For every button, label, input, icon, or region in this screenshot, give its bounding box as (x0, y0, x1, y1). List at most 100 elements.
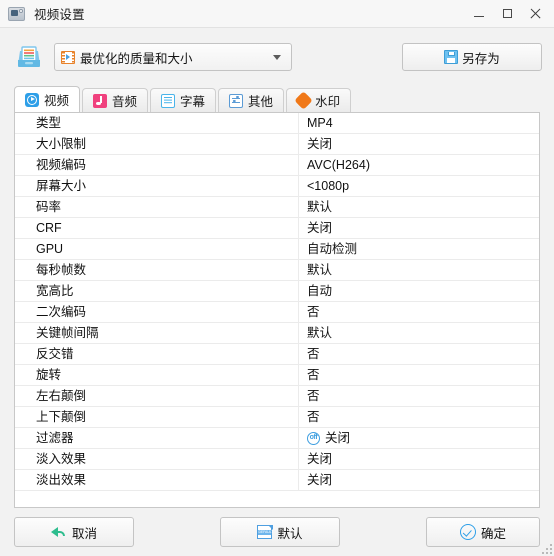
setting-value-wrap: 默认 (307, 260, 539, 280)
minimize-button[interactable] (466, 2, 492, 26)
setting-value-cell[interactable]: 关闭 (298, 469, 539, 491)
setting-value-wrap: 否 (307, 344, 539, 364)
table-row[interactable]: CRF 关闭 (15, 217, 539, 239)
setting-value-wrap: MP4 (307, 113, 539, 133)
setting-value: MP4 (307, 116, 333, 130)
setting-value-cell[interactable]: <1080p (298, 175, 539, 197)
watermark-badge-icon (297, 94, 311, 107)
tab-subtitle[interactable]: 字幕 (150, 88, 217, 112)
maximize-button[interactable] (494, 2, 520, 26)
setting-value-cell[interactable]: 关闭 (298, 217, 539, 239)
table-row[interactable]: 左右颠倒否 (15, 385, 539, 407)
default-button[interactable]: DEFAULT 默认 (220, 517, 340, 547)
setting-value: 否 (307, 305, 320, 319)
table-row[interactable]: 淡出效果 关闭 (15, 469, 539, 491)
setting-value: 否 (307, 410, 320, 424)
close-button[interactable] (522, 2, 548, 26)
table-row[interactable]: 每秒帧数 默认 (15, 259, 539, 281)
tab-video-label: 视频 (44, 94, 70, 108)
tab-watermark-label: 水印 (315, 95, 341, 109)
tab-audio[interactable]: 音频 (82, 88, 149, 112)
setting-value: 默认 (307, 200, 333, 214)
tab-other[interactable]: 其他 (218, 88, 285, 112)
tab-watermark[interactable]: 水印 (286, 88, 352, 112)
sliders-icon (229, 93, 244, 108)
setting-value: 自动 (307, 284, 333, 298)
cancel-button[interactable]: 取消 (14, 517, 134, 547)
table-row[interactable]: 淡入效果 关闭 (15, 448, 539, 470)
setting-value-cell[interactable]: 默认 (298, 322, 539, 344)
table-row[interactable]: 宽高比 自动 (15, 280, 539, 302)
setting-label: 反交错 (15, 343, 299, 365)
setting-value: 否 (307, 389, 320, 403)
save-as-button[interactable]: 另存为 (402, 43, 542, 71)
setting-label: 二次编码 (15, 301, 299, 323)
check-circle-icon (459, 524, 476, 540)
setting-value: 关闭 (307, 221, 333, 235)
setting-label: 上下颠倒 (15, 406, 299, 428)
title-bar: 视频设置 (0, 0, 554, 28)
setting-value-wrap: off 关闭 (307, 428, 539, 448)
setting-value-cell[interactable]: 关闭 (298, 448, 539, 470)
default-document-icon-text: DEFAULT (258, 530, 274, 535)
table-row[interactable]: 类型 MP4 (15, 113, 539, 134)
cancel-button-label: 取消 (71, 526, 97, 541)
setting-value-cell[interactable]: 否 (298, 343, 539, 365)
table-row[interactable]: 反交错否 (15, 343, 539, 365)
off-badge-icon: off (307, 431, 320, 445)
chevron-down-icon (273, 54, 281, 60)
table-row[interactable]: 大小限制 关闭 (15, 133, 539, 155)
setting-value-cell[interactable]: off 关闭 (298, 427, 539, 449)
floppy-disk-icon (444, 50, 459, 64)
ok-button[interactable]: 确定 (426, 517, 540, 547)
setting-value-cell[interactable]: 默认 (298, 196, 539, 218)
default-button-label: 默认 (277, 526, 303, 541)
setting-value-cell[interactable]: 否 (298, 406, 539, 428)
setting-value: 默认 (307, 263, 333, 277)
table-row[interactable]: 上下颠倒否 (15, 406, 539, 428)
setting-label: 宽高比 (15, 280, 299, 302)
resize-grip[interactable] (542, 544, 552, 554)
setting-label: 视频编码 (15, 154, 299, 176)
table-row[interactable]: 关键帧间隔 默认 (15, 322, 539, 344)
table-row[interactable]: GPU 自动检测 (15, 238, 539, 260)
setting-value: 关闭 (325, 431, 351, 445)
setting-value-cell[interactable]: 否 (298, 301, 539, 323)
setting-value-wrap: 关闭 (307, 218, 539, 238)
music-note-icon (93, 93, 108, 108)
setting-label: 屏幕大小 (15, 175, 299, 197)
setting-value-wrap: 否 (307, 386, 539, 406)
tab-other-label: 其他 (248, 95, 274, 109)
setting-value-wrap: 否 (307, 302, 539, 322)
setting-value-cell[interactable]: 否 (298, 364, 539, 386)
setting-value-cell[interactable]: MP4 (298, 113, 539, 134)
preset-dropdown[interactable]: 最优化的质量和大小 (54, 43, 292, 71)
subtitle-lines-icon (161, 93, 176, 108)
tab-video[interactable]: 视频 (14, 86, 81, 112)
tab-bar: 视频 音频 字幕 其他 水印 (0, 86, 554, 112)
setting-label: 大小限制 (15, 133, 299, 155)
setting-value-cell[interactable]: 默认 (298, 259, 539, 281)
table-row[interactable]: 过滤器 off 关闭 (15, 427, 539, 449)
table-row[interactable]: 码率 默认 (15, 196, 539, 218)
setting-value-wrap: 默认 (307, 197, 539, 217)
table-row[interactable]: 二次编码否 (15, 301, 539, 323)
window-title: 视频设置 (34, 8, 85, 22)
setting-value-cell[interactable]: 自动检测 (298, 238, 539, 260)
tab-subtitle-label: 字幕 (180, 95, 206, 109)
setting-label: 关键帧间隔 (15, 322, 299, 344)
table-row[interactable]: 视频编码 AVC(H264) (15, 154, 539, 176)
setting-value-cell[interactable]: AVC(H264) (298, 154, 539, 176)
preset-dropdown-value: 最优化的质量和大小 (80, 51, 193, 66)
save-as-label: 另存为 (462, 51, 500, 66)
maximize-icon (502, 9, 512, 18)
setting-value-cell[interactable]: 否 (298, 385, 539, 407)
table-row[interactable]: 屏幕大小 <1080p (15, 175, 539, 197)
minimize-icon (474, 16, 484, 17)
setting-label: CRF (15, 217, 299, 239)
toolbar: 最优化的质量和大小 另存为 (0, 28, 554, 86)
setting-value-cell[interactable]: 自动 (298, 280, 539, 302)
setting-value-cell[interactable]: 关闭 (298, 133, 539, 155)
table-row[interactable]: 旋转否 (15, 364, 539, 386)
setting-label: 码率 (15, 196, 299, 218)
